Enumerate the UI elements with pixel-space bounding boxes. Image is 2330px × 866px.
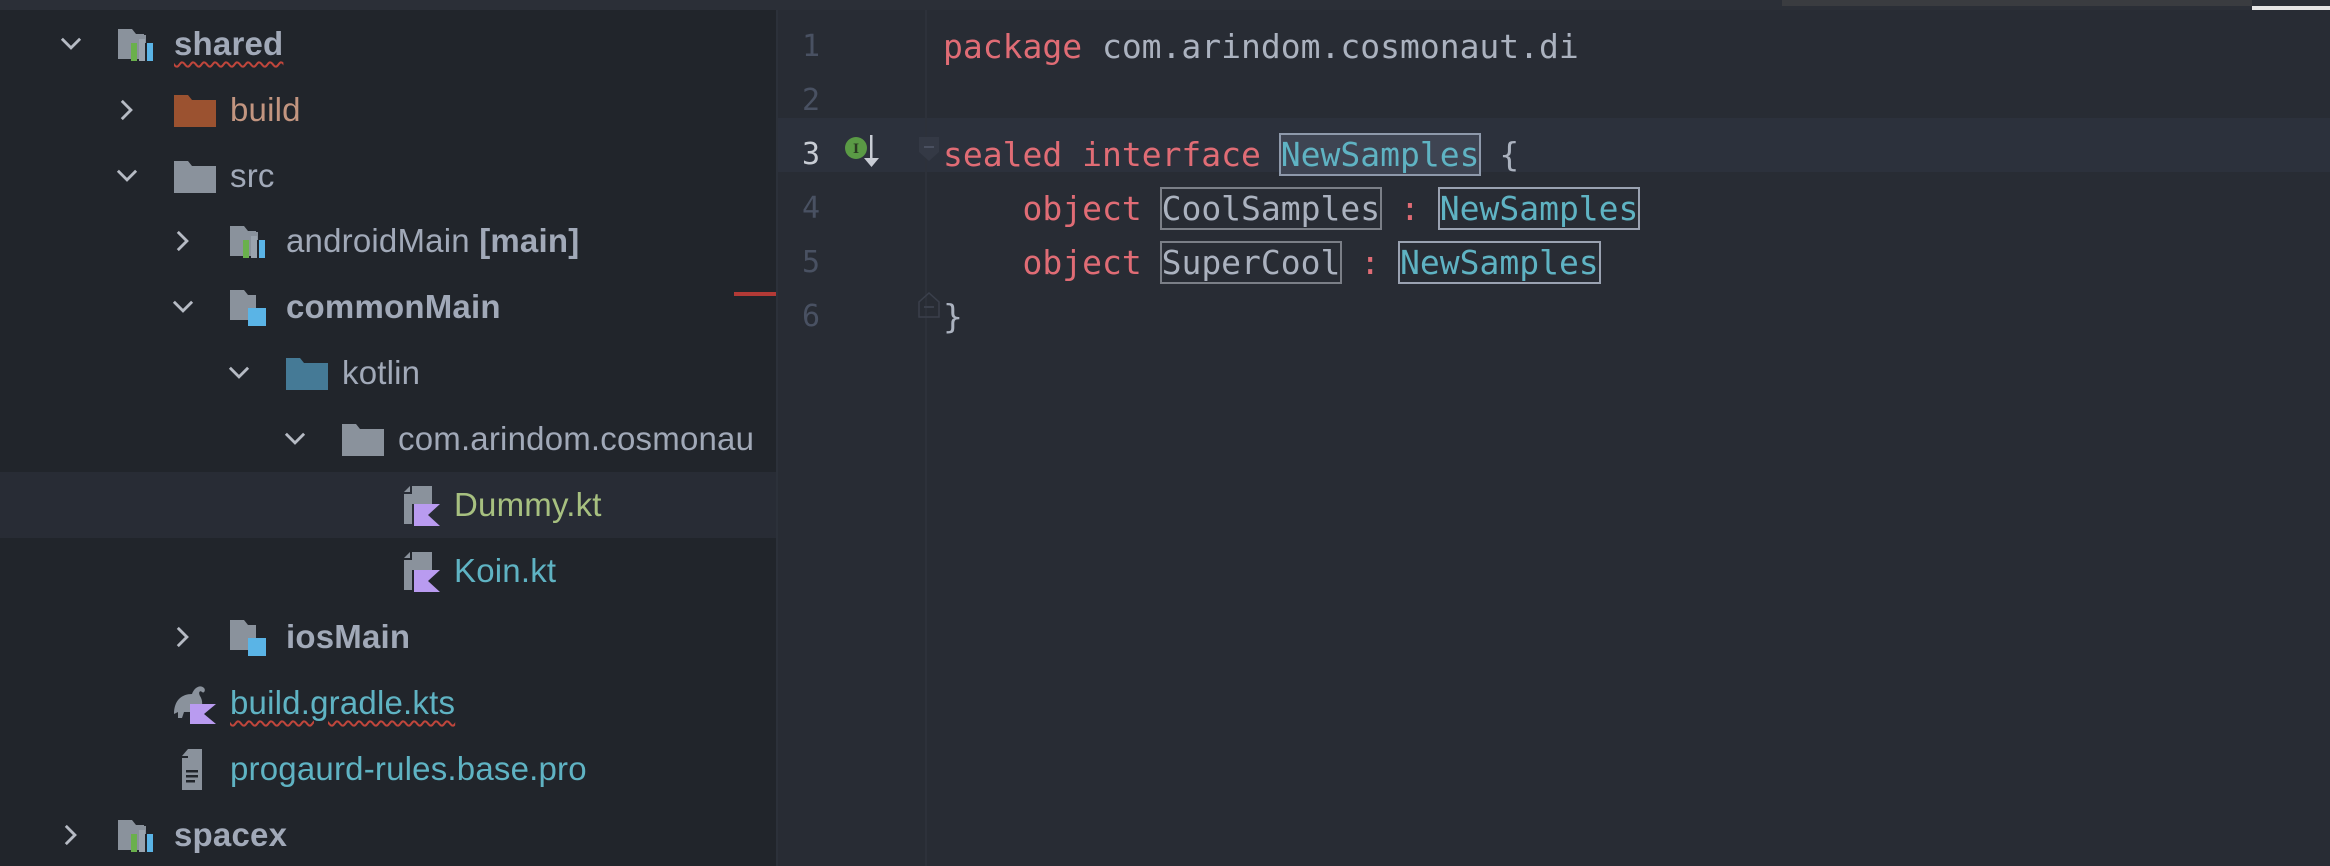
tree-item-label: com.arindom.cosmonau	[398, 420, 755, 457]
type-ref-newsamples[interactable]: NewSamples	[1398, 241, 1601, 284]
chevron-right-icon[interactable]	[168, 622, 198, 652]
kotlin-file-icon	[404, 552, 440, 592]
line-number: 2	[801, 83, 820, 118]
editor-tab-strip	[0, 0, 2330, 10]
tree-item-spacex[interactable]: spacex	[0, 802, 776, 866]
interface-name-newsamples[interactable]: NewSamples	[1278, 133, 1482, 176]
open-brace: {	[1479, 135, 1520, 174]
tree-item-koin-kt[interactable]: Koin.kt	[0, 538, 776, 604]
tree-item-label: androidMain [main]	[286, 222, 579, 260]
tree-item-label: commonMain	[286, 288, 501, 325]
implemented-by-icon[interactable]: I	[844, 132, 884, 172]
object-name-supercool[interactable]: SuperCool	[1159, 241, 1343, 284]
tree-item-shared[interactable]: shared	[0, 11, 776, 77]
tree-item-label: Koin.kt	[454, 552, 557, 589]
code-line-3[interactable]: sealed interface NewSamples {	[943, 128, 1519, 182]
tree-item-androidmain[interactable]: androidMain [main]	[0, 208, 776, 274]
chevron-down-icon[interactable]	[224, 358, 254, 388]
code-editor[interactable]: 1 2 3 4 5 6 I package com.arindom.cosmon…	[778, 10, 2330, 866]
close-brace: }	[943, 297, 963, 336]
tree-item-label: spacex	[174, 816, 288, 853]
object-name-coolsamples[interactable]: CoolSamples	[1159, 187, 1383, 230]
tree-item-src[interactable]: src	[0, 143, 776, 209]
tree-item-name: androidMain	[286, 222, 470, 259]
code-line-6[interactable]: }	[943, 290, 963, 344]
line-number: 6	[801, 299, 820, 334]
svg-text:I: I	[853, 142, 859, 157]
gradle-kts-file-icon	[174, 686, 216, 724]
excluded-folder-icon	[174, 95, 216, 127]
module-folder-icon	[230, 226, 265, 258]
package-name: com.arindom.cosmonaut.di	[1082, 27, 1579, 66]
line-number: 1	[801, 29, 820, 64]
module-folder-icon	[118, 29, 153, 61]
chevron-down-icon[interactable]	[112, 161, 142, 191]
keyword-interface: interface	[1082, 135, 1261, 174]
line-number: 4	[801, 191, 820, 226]
colon: :	[1340, 243, 1400, 282]
kotlin-file-icon	[404, 486, 440, 526]
line-number-current: 3	[801, 137, 820, 172]
source-set-folder-icon	[230, 620, 266, 656]
text-file-icon	[182, 749, 202, 790]
tree-item-label: kotlin	[342, 354, 421, 391]
tab-scroll-track[interactable]	[1782, 0, 2252, 6]
chevron-right-icon[interactable]	[56, 820, 86, 850]
tree-item-label: iosMain	[286, 618, 411, 655]
keyword-object: object	[1022, 189, 1142, 228]
keyword-object: object	[1022, 243, 1142, 282]
project-tree-panel: shared build src androidMain [main] comm…	[0, 10, 776, 866]
fold-end-icon[interactable]	[918, 292, 940, 318]
package-folder-icon	[342, 424, 384, 456]
source-root-folder-icon	[286, 358, 328, 390]
source-set-tag: [main]	[479, 222, 580, 259]
tree-item-label: progaurd-rules.base.pro	[230, 750, 587, 787]
tree-item-dummy-kt[interactable]: Dummy.kt	[0, 472, 776, 538]
colon: :	[1380, 189, 1440, 228]
tree-item-commonmain[interactable]: commonMain	[0, 274, 776, 340]
tree-item-kotlin[interactable]: kotlin	[0, 340, 776, 406]
fold-collapse-icon[interactable]	[918, 136, 940, 162]
chevron-down-icon[interactable]	[280, 424, 310, 454]
chevron-down-icon[interactable]	[56, 29, 86, 59]
folder-icon	[174, 161, 216, 193]
code-line-4[interactable]: object CoolSamples : NewSamples	[943, 182, 1641, 236]
chevron-right-icon[interactable]	[168, 226, 198, 256]
line-number: 5	[801, 245, 820, 280]
code-line-1[interactable]: package com.arindom.cosmonaut.di	[943, 20, 1579, 74]
tree-item-progaurd-rules[interactable]: progaurd-rules.base.pro	[0, 736, 776, 802]
error-stripe-marker	[734, 292, 776, 296]
tree-item-label: build.gradle.kts	[230, 684, 456, 721]
tree-item-package[interactable]: com.arindom.cosmonau	[0, 406, 776, 472]
tree-item-label: shared	[174, 25, 284, 62]
chevron-right-icon[interactable]	[112, 95, 142, 125]
tree-item-label: src	[230, 157, 275, 194]
tree-item-label: Dummy.kt	[454, 486, 602, 523]
chevron-down-icon[interactable]	[168, 292, 198, 322]
tree-item-label: build	[230, 91, 301, 128]
module-folder-icon	[118, 820, 153, 852]
type-ref-newsamples[interactable]: NewSamples	[1437, 187, 1641, 230]
source-set-folder-icon	[230, 290, 266, 326]
tree-item-iosmain[interactable]: iosMain	[0, 604, 776, 670]
tree-item-build-gradle-kts[interactable]: build.gradle.kts	[0, 670, 776, 736]
tree-item-build[interactable]: build	[0, 77, 776, 143]
keyword-sealed: sealed	[943, 135, 1063, 174]
keyword-package: package	[943, 27, 1083, 66]
code-line-5[interactable]: object SuperCool : NewSamples	[943, 236, 1601, 290]
